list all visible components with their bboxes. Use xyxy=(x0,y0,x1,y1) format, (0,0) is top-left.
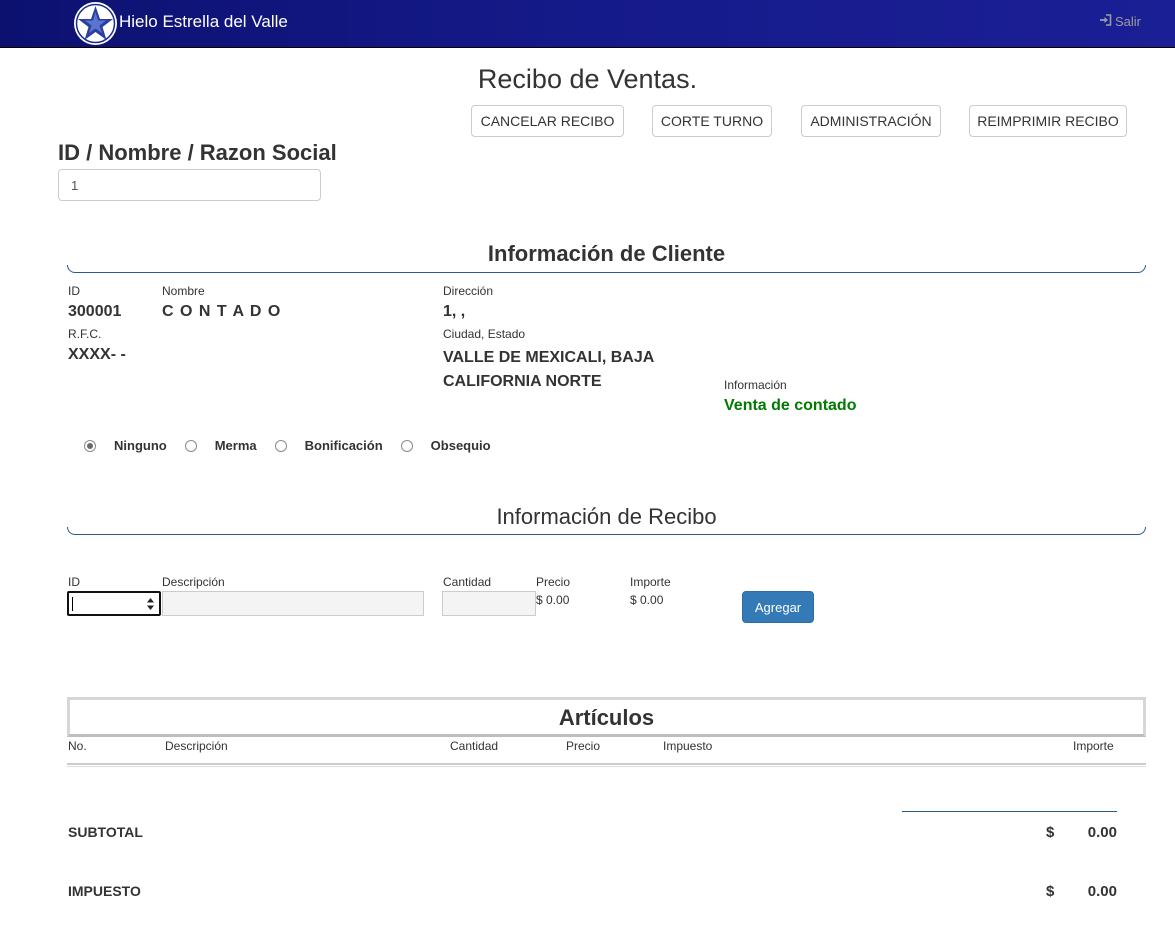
item-price-value: $ 0.00 xyxy=(536,593,570,607)
top-navbar: Hielo Estrella del Valle Salir xyxy=(0,0,1175,48)
col-header-description: Descripción xyxy=(165,739,228,753)
sign-in-icon xyxy=(1099,14,1112,29)
client-rfc-value: XXXX- - xyxy=(68,346,126,363)
radio-icon[interactable] xyxy=(400,439,413,452)
item-price-label: Precio xyxy=(536,575,571,589)
spinner-icon[interactable] xyxy=(146,595,155,613)
tax-value: 0.00 xyxy=(1087,883,1117,900)
radio-bonificacion[interactable]: Bonificación xyxy=(274,438,383,453)
radio-selected-icon[interactable] xyxy=(84,439,96,452)
administration-button[interactable]: ADMINISTRACIÓN xyxy=(801,105,941,137)
brand-name[interactable]: Hielo Estrella del Valle xyxy=(119,12,288,32)
client-search-input[interactable] xyxy=(58,169,321,201)
item-id-input[interactable] xyxy=(67,591,161,616)
subtotal-label: SUBTOTAL xyxy=(68,824,143,840)
item-quantity-input[interactable] xyxy=(442,591,536,616)
tax-label: IMPUESTO xyxy=(68,883,141,899)
client-city-value: VALLE DE MEXICALI, BAJA CALIFORNIA NORTE xyxy=(443,349,654,390)
radio-icon[interactable] xyxy=(184,439,197,452)
logout-label: Salir xyxy=(1114,14,1141,29)
item-id-label: ID xyxy=(68,575,80,589)
client-info-divider xyxy=(67,265,1146,273)
radio-label: Merma xyxy=(214,438,257,453)
client-address-label: Dirección xyxy=(443,284,494,298)
text-cursor xyxy=(72,597,73,611)
shift-cut-button[interactable]: CORTE TURNO xyxy=(652,105,772,137)
client-name-label: Nombre xyxy=(162,284,205,298)
cancel-receipt-button[interactable]: CANCELAR RECIBO xyxy=(471,105,624,137)
articles-title: Artículos xyxy=(67,697,1146,737)
col-header-quantity: Cantidad xyxy=(450,739,499,753)
item-quantity-label: Cantidad xyxy=(443,575,492,589)
item-amount-label: Importe xyxy=(630,575,671,589)
articles-table-footer xyxy=(67,763,1146,767)
client-info-label: Información xyxy=(724,378,787,392)
add-item-button[interactable]: Agregar xyxy=(742,591,814,623)
client-info-title: Información de Cliente xyxy=(487,241,726,266)
client-name-value: C O N T A D O xyxy=(162,303,282,320)
client-address-value: 1, , xyxy=(443,303,466,320)
client-id-label: ID xyxy=(68,284,80,298)
item-description-input[interactable] xyxy=(162,591,424,616)
col-header-no: No. xyxy=(68,739,87,753)
page-title: Recibo de Ventas. xyxy=(477,64,698,94)
reprint-receipt-button[interactable]: REIMPRIMIR RECIBO xyxy=(969,105,1127,137)
item-amount-value: $ 0.00 xyxy=(630,593,664,607)
client-search-label: ID / Nombre / Razon Social xyxy=(58,140,337,165)
radio-label: Obsequio xyxy=(430,438,491,453)
subtotal-currency: $ xyxy=(1046,824,1055,841)
col-header-tax: Impuesto xyxy=(663,739,713,753)
radio-obsequio[interactable]: Obsequio xyxy=(400,438,491,453)
radio-icon[interactable] xyxy=(274,439,287,452)
client-rfc-label: R.F.C. xyxy=(68,327,102,341)
subtotal-value: 0.00 xyxy=(1087,824,1117,841)
radio-ninguno[interactable]: Ninguno xyxy=(84,438,167,453)
client-info-value: Venta de contado xyxy=(724,397,857,414)
logout-link[interactable]: Salir xyxy=(1099,14,1141,29)
col-header-price: Precio xyxy=(566,739,601,753)
radio-merma[interactable]: Merma xyxy=(184,438,257,453)
totals-divider xyxy=(902,811,1117,812)
col-header-amount: Importe xyxy=(1073,739,1114,753)
radio-label: Bonificación xyxy=(304,438,383,453)
star-logo-icon[interactable] xyxy=(74,2,117,45)
receipt-info-divider xyxy=(67,527,1146,535)
tax-currency: $ xyxy=(1046,883,1055,900)
item-description-label: Descripción xyxy=(162,575,225,589)
client-city-label: Ciudad, Estado xyxy=(443,327,526,341)
client-id-value: 300001 xyxy=(68,303,122,320)
sale-type-radio-group: Ninguno Merma Bonificación Obsequio xyxy=(84,438,509,453)
radio-label: Ninguno xyxy=(114,438,167,453)
